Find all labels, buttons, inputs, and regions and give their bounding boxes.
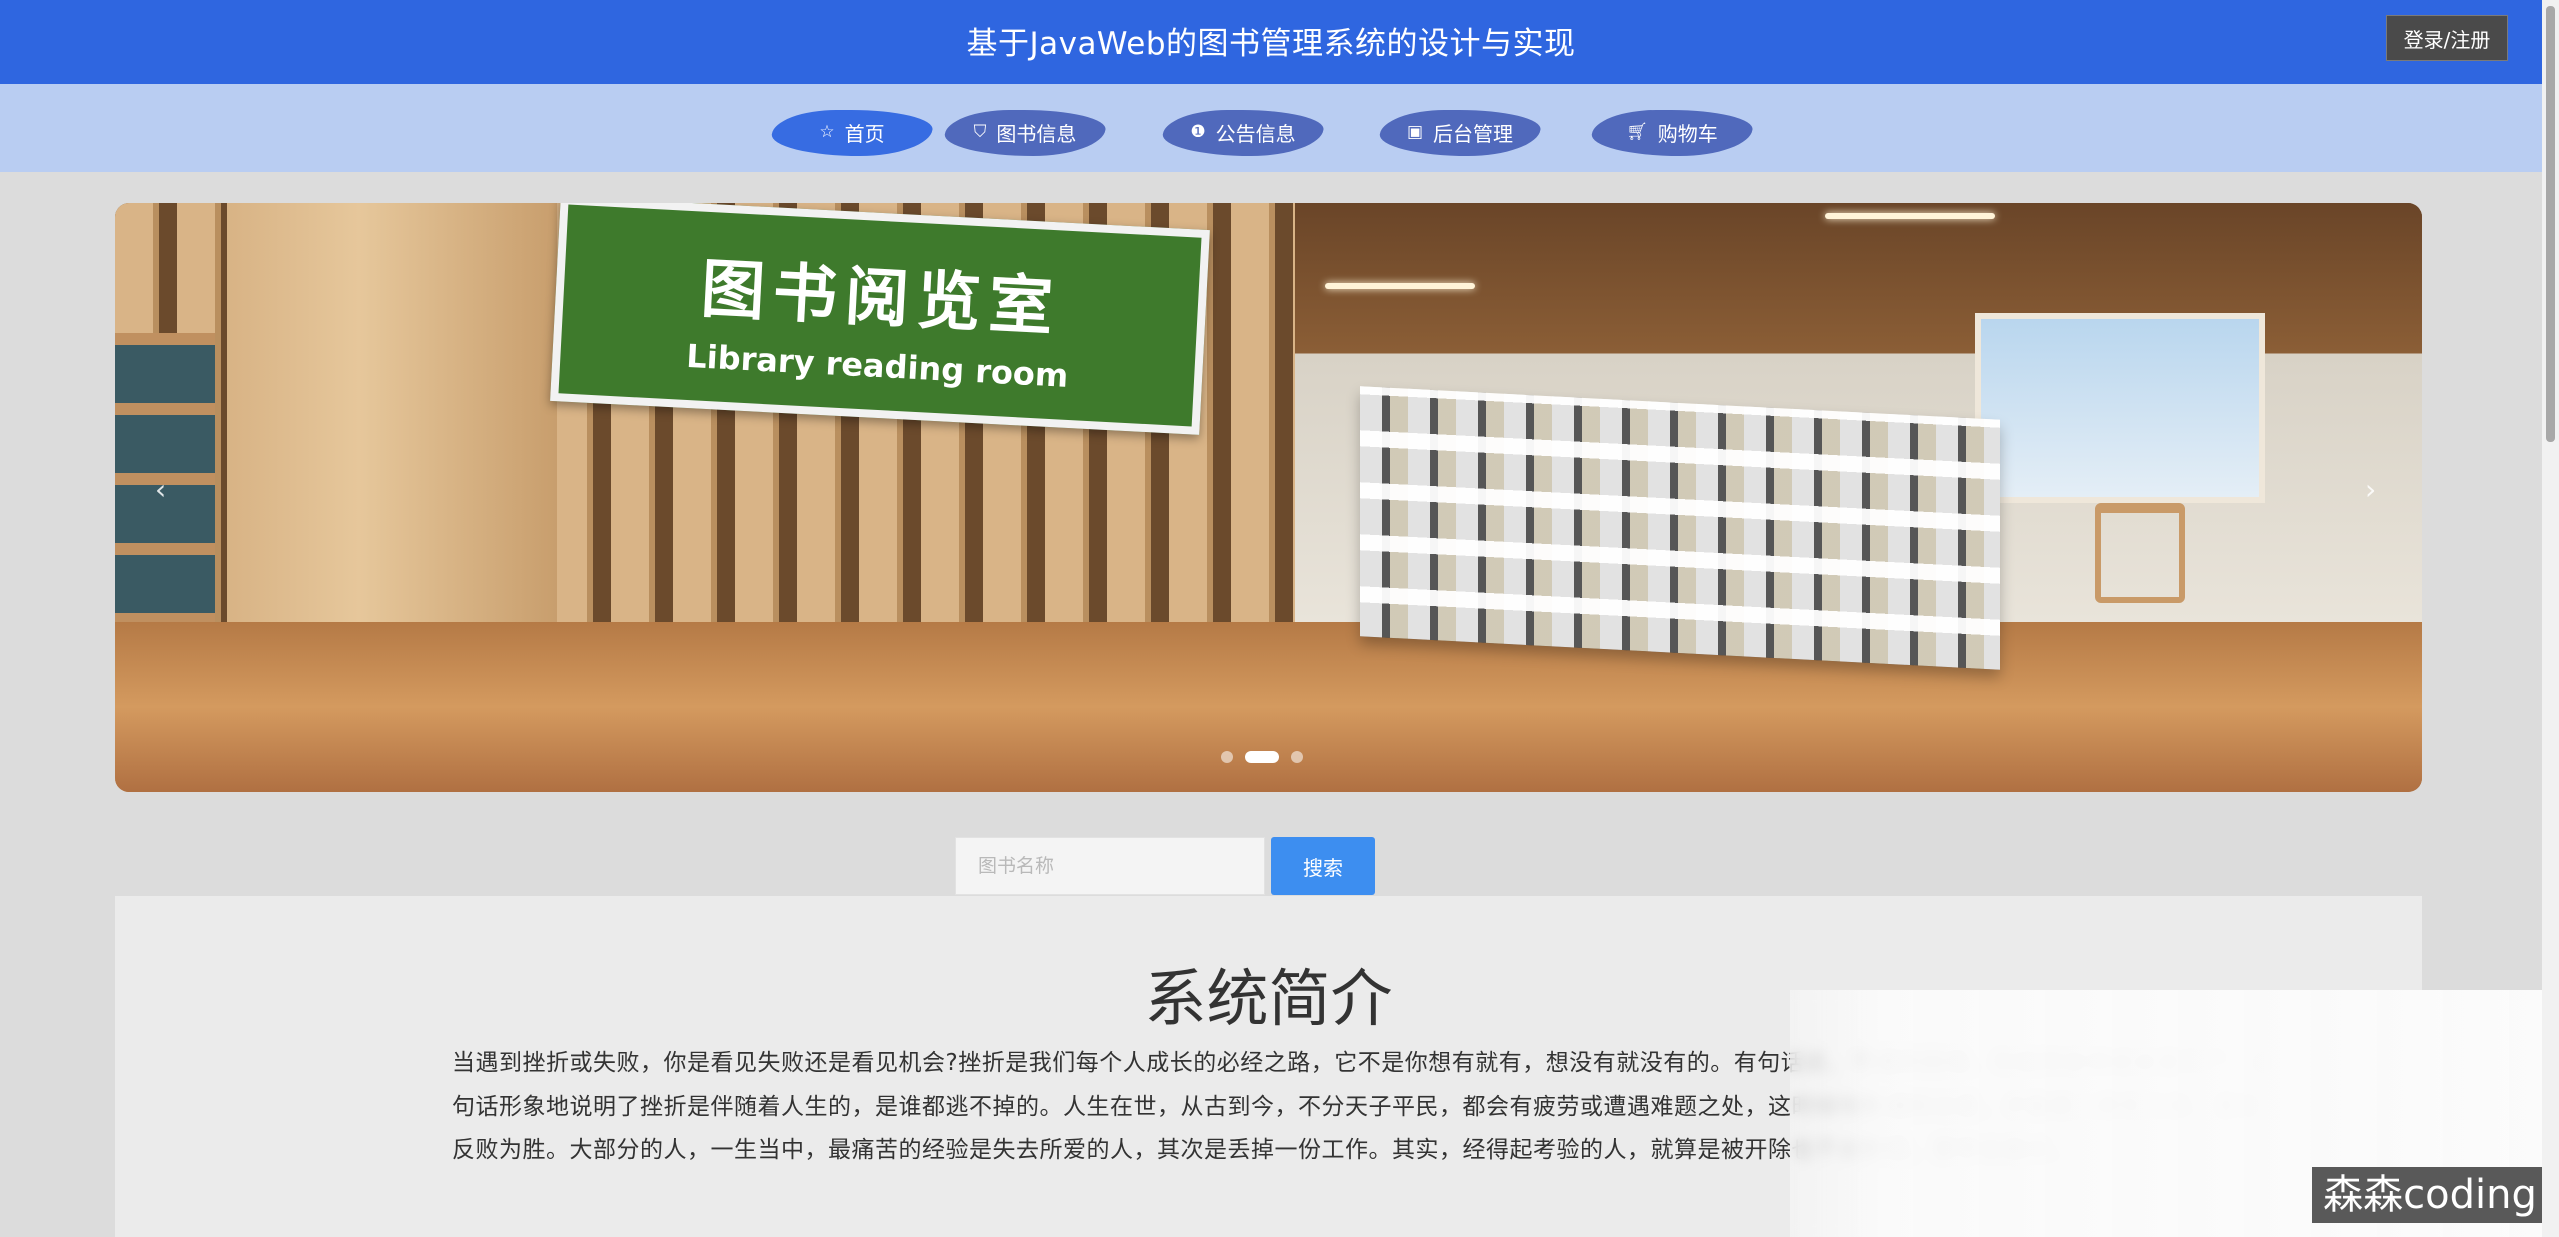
nav-item-label: 购物车 [1657,121,1718,146]
nav-item-announcements[interactable]: ❶ 公告信息 [1159,104,1327,160]
library-sign: 图书阅览室 Library reading room [550,203,1210,435]
info-icon: ❶ [1190,122,1206,142]
site-title: 基于JavaWeb的图书管理系统的设计与实现 [966,26,1576,62]
nav-item-book-info[interactable]: ⛉ 图书信息 [941,104,1109,160]
login-register-button[interactable]: 登录/注册 [2386,15,2508,61]
cart-icon: 🛒︎ [1626,122,1648,142]
scrollbar-thumb[interactable] [2546,6,2555,442]
page-scrollbar[interactable] [2542,0,2559,1237]
search-button[interactable]: 搜索 [1271,837,1375,895]
ceiling-light [1825,213,1995,219]
carousel-dot-active[interactable] [1245,751,1279,763]
nav-item-admin[interactable]: ▣ 后台管理 [1376,104,1544,160]
main-nav: ☆ 首页 ⛉ 图书信息 ❶ 公告信息 ▣ 后台管理 🛒︎ 购物车 [0,84,2542,172]
video-watermark: 森森coding [2312,1167,2548,1223]
carousel-dot[interactable] [1291,751,1303,763]
top-header: 基于JavaWeb的图书管理系统的设计与实现 登录/注册 [0,0,2542,84]
nav-item-label: 后台管理 [1433,121,1514,146]
carousel-image-bookcase [1360,386,2000,670]
sign-chinese-text: 图书阅览室 [699,252,1063,345]
nav-item-label: 公告信息 [1215,121,1296,146]
star-icon: ☆ [819,122,835,142]
nav-item-label: 首页 [844,121,885,146]
ceiling-light [1325,283,1475,289]
carousel-image-window [1975,313,2265,503]
carousel-prev-arrow[interactable]: ‹ [155,473,166,506]
building-icon: ▣ [1406,122,1424,142]
carousel-next-arrow[interactable]: › [2365,473,2376,506]
bag-icon: ⛉ [973,122,987,142]
nav-item-cart[interactable]: 🛒︎ 购物车 [1588,104,1756,160]
carousel-dot[interactable] [1221,751,1233,763]
nav-item-label: 图书信息 [996,121,1077,146]
carousel-indicators [1221,751,1303,763]
book-name-search-input[interactable] [955,837,1265,895]
nav-item-home[interactable]: ☆ 首页 [768,104,936,160]
carousel-image-chair [2095,503,2185,603]
carousel-image-floor [115,622,2422,792]
image-carousel[interactable]: 图书阅览室 Library reading room ‹ › [115,203,2422,792]
